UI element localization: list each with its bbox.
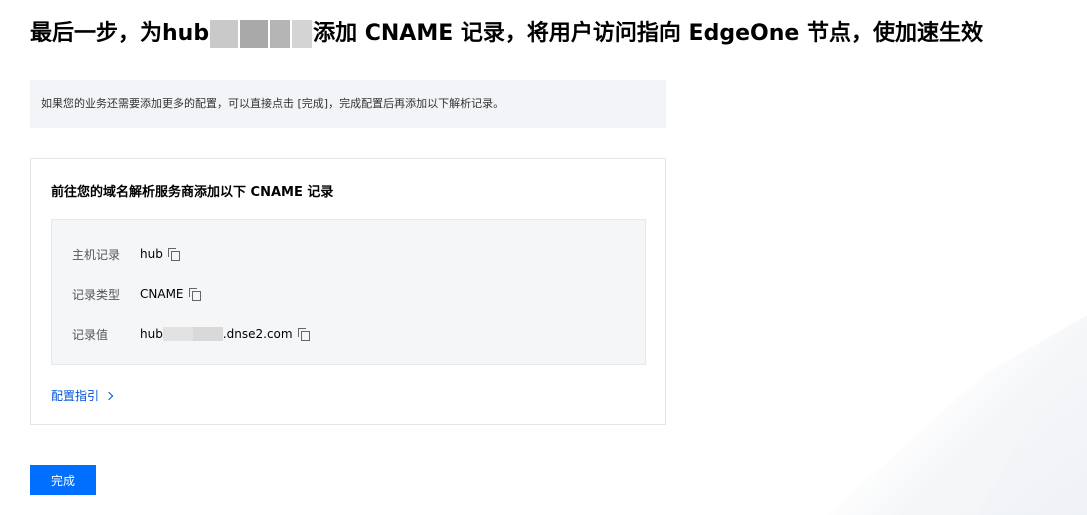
redacted-value — [192, 327, 223, 341]
record-label: 记录类型 — [72, 287, 121, 302]
page-title: 最后一步，为hub 添加 CNAME 记录，将用户访问指向 EdgeOne 节点… — [30, 18, 983, 50]
info-notice: 如果您的业务还需要添加更多的配置，可以直接点击 [完成]，完成配置后再添加以下解… — [30, 80, 666, 128]
background-decoration — [827, 315, 1087, 515]
copy-icon[interactable] — [167, 248, 180, 261]
redacted-domain — [210, 20, 239, 48]
record-value: hub .dnse2.com — [140, 327, 310, 341]
record-value: hub — [140, 247, 180, 261]
record-value: CNAME — [140, 287, 201, 301]
redacted-domain — [292, 20, 313, 48]
record-row-host: 主机记录 hub — [72, 244, 180, 264]
record-value-text: hub — [140, 247, 163, 261]
record-box: 主机记录 hub 记录类型 CNAME 记录值 hub .dnse2.com — [51, 219, 646, 365]
chevron-right-icon — [104, 391, 114, 400]
record-value-text: CNAME — [140, 287, 184, 301]
guide-link-label: 配置指引 — [51, 389, 100, 403]
card-title: 前往您的域名解析服务商添加以下 CNAME 记录 — [51, 185, 334, 200]
redacted-value — [162, 327, 193, 341]
record-label: 记录值 — [72, 327, 109, 342]
title-suffix: 添加 CNAME 记录，将用户访问指向 EdgeOne 节点，使加速生效 — [313, 21, 983, 46]
record-row-type: 记录类型 CNAME — [72, 284, 201, 304]
redacted-domain — [270, 20, 291, 48]
copy-icon[interactable] — [297, 328, 310, 341]
cname-card: 前往您的域名解析服务商添加以下 CNAME 记录 主机记录 hub 记录类型 C… — [30, 158, 666, 425]
config-guide-link[interactable]: 配置指引 — [51, 387, 114, 404]
record-label: 主机记录 — [72, 247, 121, 262]
record-row-value: 记录值 hub .dnse2.com — [72, 324, 310, 344]
redacted-domain — [240, 20, 269, 48]
done-button[interactable]: 完成 — [30, 465, 96, 495]
copy-icon[interactable] — [188, 288, 201, 301]
record-value-prefix: hub — [140, 327, 163, 341]
title-prefix: 最后一步，为hub — [30, 21, 210, 46]
record-value-suffix: .dnse2.com — [222, 327, 293, 341]
